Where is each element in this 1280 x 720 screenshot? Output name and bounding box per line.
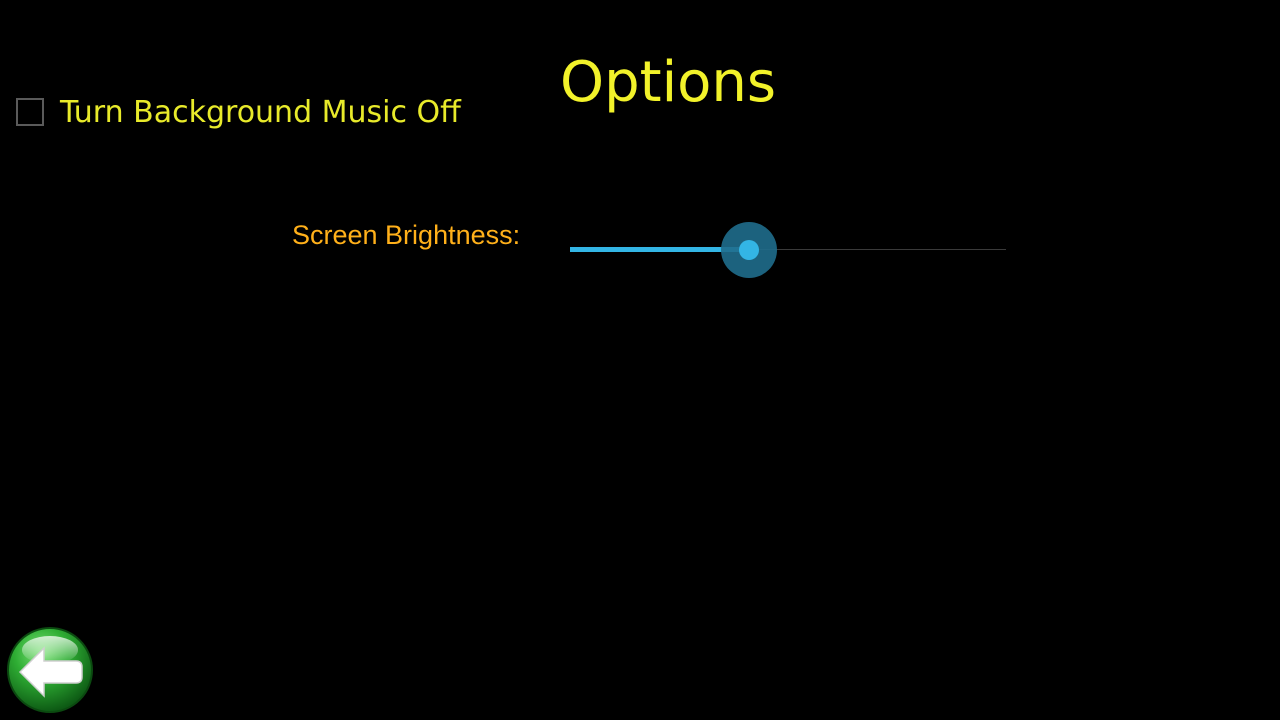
back-arrow-icon	[7, 627, 93, 713]
options-screen: Options Turn Background Music Off Screen…	[0, 0, 1280, 720]
back-button[interactable]	[6, 626, 94, 714]
music-off-checkbox[interactable]	[16, 98, 44, 126]
page-title: Options	[560, 50, 777, 115]
brightness-label: Screen Brightness:	[292, 220, 521, 250]
music-off-label[interactable]: Turn Background Music Off	[60, 95, 461, 130]
music-option-row[interactable]: Turn Background Music Off	[16, 94, 461, 130]
slider-thumb[interactable]	[739, 240, 759, 260]
brightness-slider[interactable]	[570, 222, 1006, 278]
